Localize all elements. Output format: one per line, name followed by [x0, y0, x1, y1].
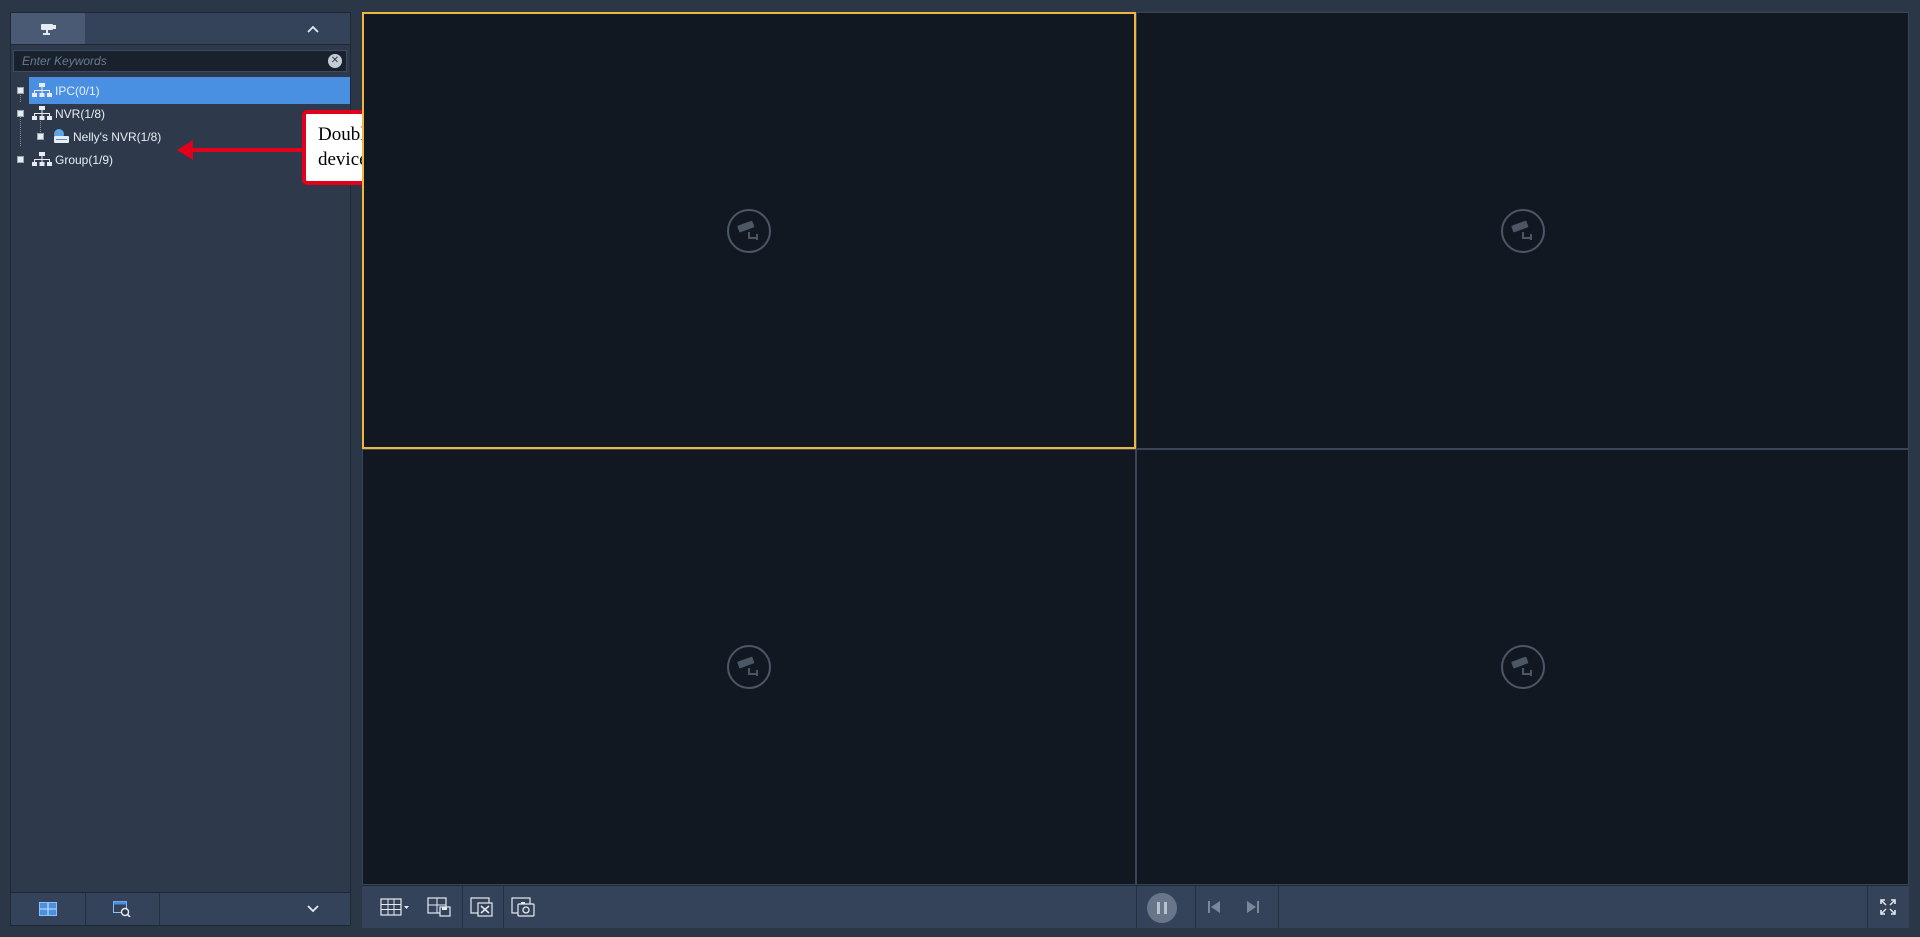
next-button[interactable] [1236, 891, 1270, 923]
callout-arrow-head [177, 140, 193, 160]
chevron-down-icon [307, 905, 319, 913]
toolbar-divider [1867, 886, 1868, 928]
save-view-button[interactable] [420, 891, 458, 923]
view-search-icon [113, 901, 131, 917]
video-window-2[interactable] [1136, 12, 1909, 449]
clear-search-icon[interactable]: ✕ [328, 54, 342, 68]
view-search-button[interactable] [85, 893, 160, 925]
pause-icon [1157, 902, 1167, 914]
camera-placeholder-icon [727, 208, 771, 253]
tab-devices[interactable] [11, 13, 85, 44]
close-window-icon [470, 897, 493, 917]
tree-item-label: Nelly's NVR(1/8) [73, 129, 162, 144]
video-window-4[interactable] [1136, 449, 1909, 885]
toolbar-divider [1136, 886, 1137, 928]
collapse-down-button[interactable] [276, 893, 350, 925]
search-input[interactable] [14, 53, 328, 69]
network-group-icon [32, 106, 52, 120]
video-grid [362, 12, 1909, 885]
expand-toggle[interactable] [17, 87, 24, 94]
network-group-icon [32, 152, 52, 166]
fullscreen-icon [1880, 899, 1896, 915]
client-app: ✕ I [0, 0, 1920, 937]
toolbar-divider [1278, 886, 1279, 928]
camera-icon [41, 23, 56, 35]
expand-toggle[interactable] [17, 156, 24, 163]
view-layout-button[interactable] [11, 893, 86, 925]
network-group-icon [32, 83, 52, 97]
grid-split-icon [380, 898, 409, 916]
callout-arrow [185, 148, 303, 152]
sidebar-tabs [11, 13, 350, 45]
pause-button[interactable] [1147, 893, 1177, 923]
fullscreen-button[interactable] [1869, 891, 1907, 923]
previous-button[interactable] [1197, 891, 1231, 923]
snapshot-icon [511, 897, 535, 917]
tree-item-label: Group(1/9) [55, 152, 114, 167]
sidebar-bottom-bar [11, 892, 350, 925]
tree-item-label: NVR(1/8) [55, 106, 106, 121]
search-box: ✕ [13, 50, 347, 72]
skip-forward-icon [1247, 901, 1259, 913]
save-view-icon [427, 897, 451, 917]
screen-split-button[interactable] [374, 891, 416, 923]
nvr-device-icon [54, 129, 69, 143]
expand-toggle[interactable] [37, 133, 44, 140]
grid-view-icon [39, 902, 57, 916]
toolbar-divider [1195, 886, 1196, 928]
camera-placeholder-icon [1500, 645, 1545, 689]
playback-toolbar [362, 885, 1909, 928]
chevron-up-icon [307, 25, 319, 33]
camera-placeholder-icon [727, 645, 771, 689]
video-window-3[interactable] [362, 449, 1136, 885]
video-window-1[interactable] [362, 12, 1136, 449]
close-all-button[interactable] [463, 891, 501, 923]
camera-placeholder-icon [1500, 208, 1545, 253]
snapshot-button[interactable] [504, 891, 542, 923]
expand-toggle[interactable] [17, 110, 24, 117]
skip-back-icon [1208, 901, 1220, 913]
tree-item-label: IPC(0/1) [55, 83, 100, 98]
collapse-up-button[interactable] [276, 13, 350, 44]
